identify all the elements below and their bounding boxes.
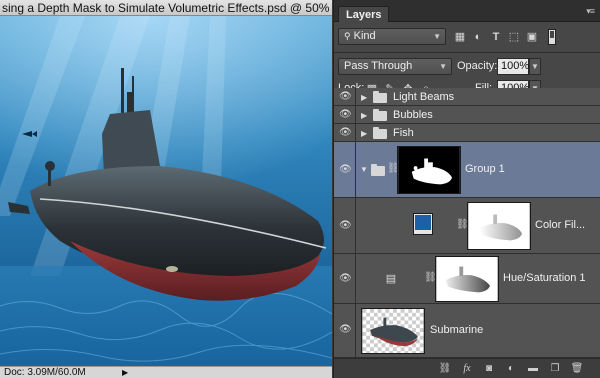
visibility-toggle[interactable]: 👁︎ [334,106,356,123]
folder-icon [371,164,385,176]
tab-layers[interactable]: Layers [338,6,390,22]
folder-icon [373,127,387,139]
eye-icon: 👁︎ [339,109,352,120]
eye-icon: 👁︎ [339,127,352,138]
expand-arrow-icon[interactable]: ▶ [361,111,367,120]
layer-row-bubbles[interactable]: 👁︎ ▶ Bubbles [334,106,600,124]
folder-icon [373,91,387,103]
panel-menu-icon[interactable]: ▾≡ [586,6,595,17]
layer-name: Light Beams [393,91,455,103]
canvas-submarine-scene[interactable] [0,16,332,366]
layer-row-color-fill[interactable]: 👁︎ ⛓ Color Fil... [334,198,600,254]
expand-arrow-icon[interactable]: ▶ [361,129,367,138]
document-window: sing a Depth Mask to Simulate Volumetric… [0,0,332,378]
group-mask-thumbnail[interactable] [397,146,461,194]
eye-icon: 👁︎ [339,273,352,284]
layer-row-submarine[interactable]: 👁︎ Submarine [334,304,600,358]
blend-row: Pass Through ▼ Opacity: 100% ▼ [334,56,600,78]
layer-name: Submarine [430,324,484,336]
color-fill-mask-thumbnail[interactable] [467,202,531,250]
color-swatch-fill [415,215,431,230]
shape-filter-icon[interactable]: ⬚ [506,29,522,45]
adjustment-layer-icon: ▤ [385,273,397,285]
document-size-status: Doc: 3.09M/60.0M [4,367,86,378]
layer-row-hue-saturation[interactable]: 👁︎ ▤ ⛓ Hue/Saturation 1 [334,254,600,304]
adjustment-icon[interactable]: ◐ [504,362,518,376]
panel-tab-bar: Layers ▾≡ [334,0,600,22]
opacity-input[interactable]: 100% [497,58,529,75]
status-menu-arrow-icon[interactable]: ▶ [122,367,128,378]
opacity-label: Opacity: [457,60,498,72]
color-fill-swatch[interactable] [413,213,433,235]
visibility-toggle[interactable]: 👁︎ [334,254,356,303]
layer-name: Color Fil... [535,219,586,231]
fx-icon[interactable]: fx [460,362,474,376]
link-icon[interactable]: ⛓ [438,362,452,376]
visibility-toggle[interactable]: 👁︎ [334,304,356,357]
type-filter-icon[interactable]: T [488,29,504,45]
layer-row-group-1[interactable]: 👁︎ ▼ ⛓ Group 1 [334,142,600,198]
pixel-filter-icon[interactable]: ▦ [452,29,468,45]
folder-icon [373,109,387,121]
adjustment-filter-icon[interactable]: ◐ [470,29,486,45]
eye-icon: 👁︎ [339,91,352,102]
layer-name: Group 1 [465,163,505,175]
filter-toggle[interactable] [548,29,556,45]
expand-arrow-icon[interactable]: ▶ [361,93,367,102]
layer-name: Fish [393,127,414,139]
blend-mode-value: Pass Through [344,60,413,72]
new-layer-icon[interactable]: ❐ [548,362,562,376]
opacity-stepper[interactable]: ▼ [529,58,541,75]
filter-kind-dropdown[interactable]: ⚲ Kind ▼ [338,28,446,45]
layers-panel: Layers ▾≡ ⚲ Kind ▼ ▦ ◐ T ⬚ ▣ Pass Throug… [333,0,600,378]
layer-row-fish[interactable]: 👁︎ ▶ Fish [334,124,600,142]
layer-name: Hue/Saturation 1 [503,272,586,284]
layer-name: Bubbles [393,109,433,121]
submarine-layer-thumbnail[interactable] [361,308,425,354]
visibility-toggle[interactable]: 👁︎ [334,124,356,141]
eye-icon: 👁︎ [339,324,352,335]
hue-saturation-mask-thumbnail[interactable] [435,256,499,302]
visibility-toggle[interactable]: 👁︎ [334,142,356,197]
chevron-down-icon: ▼ [439,62,447,71]
eye-icon: 👁︎ [339,164,352,175]
filter-kind-value: Kind [353,30,376,42]
mask-icon[interactable]: ◙ [482,362,496,376]
layer-row-light-beams[interactable]: 👁︎ ▶ Light Beams [334,88,600,106]
smart-object-filter-icon[interactable]: ▣ [524,29,540,45]
document-title: sing a Depth Mask to Simulate Volumetric… [0,0,332,16]
layers-list: 👁︎ ▶ Light Beams 👁︎ ▶ Bubbles 👁︎ ▶ Fish … [334,88,600,358]
blend-mode-dropdown[interactable]: Pass Through ▼ [338,58,452,75]
visibility-toggle[interactable]: 👁︎ [334,198,356,253]
document-status-bar: Doc: 3.09M/60.0M ▶ [0,366,332,378]
visibility-toggle[interactable]: 👁︎ [334,88,356,105]
chevron-down-icon: ▼ [433,32,441,41]
eye-icon: 👁︎ [339,220,352,231]
collapse-arrow-icon[interactable]: ▼ [360,165,368,174]
layers-panel-footer: ⛓ fx ◙ ◐ ▬ ❐ 🗑︎ [334,358,600,378]
filter-row: ⚲ Kind ▼ ▦ ◐ T ⬚ ▣ [334,26,600,48]
trash-icon[interactable]: 🗑︎ [570,362,584,376]
new-group-icon[interactable]: ▬ [526,362,540,376]
search-icon: ⚲ [344,31,351,41]
